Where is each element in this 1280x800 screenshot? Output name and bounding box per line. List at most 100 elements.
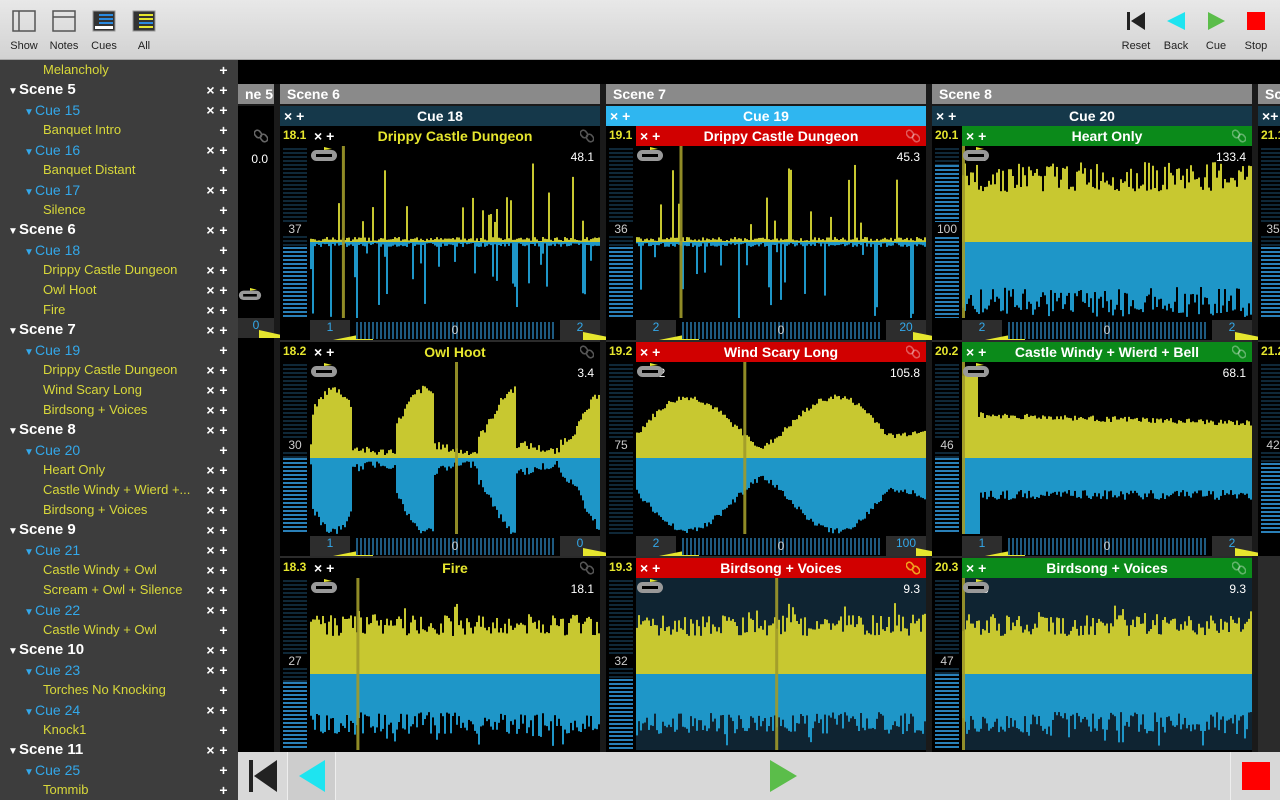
clip-cell[interactable]: 19.2 × + Wind Scary Long 7562.2105.8 2 0 100 [606,342,957,556]
outline-cue[interactable]: ▼Cue 18 + [0,240,238,260]
waveform[interactable] [962,578,1252,750]
add-button[interactable]: + [217,640,230,660]
outline-scene[interactable]: ▼Scene 8 × + [0,420,238,440]
show-button[interactable]: Show [4,8,44,52]
disclosure-triangle-icon[interactable]: ▼ [8,222,19,242]
level-meter[interactable]: 42 [1261,364,1280,534]
fade-in-control[interactable]: 1 [310,320,374,340]
outline-cue[interactable]: ▼Cue 21 × + [0,540,238,560]
fade-out-control[interactable]: 100 [886,536,957,556]
notes-button[interactable]: Notes [44,8,84,52]
clip-title-bar[interactable]: × + Wind Scary Long [636,342,926,362]
waveform-area[interactable]: -5.768.1 [962,362,1252,534]
clip-cell[interactable]: 19.3× +Birdsong + Voices328.69.3202 [606,558,926,752]
add-button[interactable]: + [217,540,230,560]
back-button[interactable]: Back [1156,8,1196,52]
outline-cue[interactable]: ▼Cue 15 × + [0,100,238,120]
remove-button[interactable]: × [204,400,217,420]
clip-cell[interactable]: 18.1 × + Drippy Castle Dungeon 375.648.1 1 0 2 [280,126,624,340]
waveform[interactable] [636,362,926,534]
waveform[interactable] [310,146,600,318]
clip-cell[interactable]: 20.2 × + Castle Windy + Wierd + Bell 46-5.7… [932,342,1276,556]
reset-transport-button[interactable] [238,752,288,800]
add-button[interactable]: + [217,260,230,280]
outline-scene[interactable]: ▼Scene 9 × + [0,520,238,540]
waveform-area[interactable]: 5.648.1 [310,146,600,318]
add-button[interactable]: + [217,220,230,240]
fade-in-control[interactable]: 2 [636,536,700,556]
remove-clip-button[interactable]: × [640,344,648,360]
level-meter[interactable]: 47 [935,580,959,750]
remove-button[interactable]: × [204,740,217,760]
remove-button[interactable]: × [204,220,217,240]
remove-clip-button[interactable]: × [640,128,648,144]
clip-cell[interactable]: 21.1 35 [1258,126,1280,340]
level-meter[interactable]: 75 [609,364,633,534]
waveform-area[interactable]: 3.418.1 [310,578,600,750]
add-clip-button[interactable]: + [1270,108,1278,124]
add-button[interactable]: + [652,560,660,576]
link-icon[interactable] [1232,345,1246,359]
scene-header[interactable]: Scene 7 [606,84,926,104]
loop-icon[interactable] [962,362,990,378]
remove-button[interactable]: × [204,300,217,320]
fade-in-control[interactable]: 2 [962,320,1026,340]
waveform[interactable] [962,362,1252,534]
outline-cue[interactable]: ▼Cue 16 × + [0,140,238,160]
cue-header[interactable]: × + Cue 19 [606,106,926,126]
waveform[interactable] [636,578,926,750]
loop-icon[interactable] [238,286,262,302]
link-icon[interactable] [906,561,920,575]
waveform[interactable] [310,578,600,750]
add-button[interactable]: + [217,720,230,740]
add-button[interactable]: + [217,60,230,80]
remove-button[interactable]: × [204,80,217,100]
cues-button[interactable]: Cues [84,8,124,52]
add-button[interactable]: + [217,200,230,220]
remove-cue-button[interactable]: × [1262,108,1270,124]
add-button[interactable]: + [217,660,230,680]
level-meter[interactable]: 36 [609,148,633,318]
add-button[interactable]: + [217,780,230,800]
add-button[interactable]: + [217,380,230,400]
outline-cue[interactable]: ▼Cue 25 + [0,760,238,780]
remove-button[interactable]: × [204,580,217,600]
remove-cue-button[interactable]: × [936,108,944,124]
add-button[interactable]: + [217,180,230,200]
outline-clip[interactable]: Owl Hoot × + [0,280,238,300]
loop-icon[interactable] [636,578,664,594]
outline-clip[interactable]: Castle Windy + Owl + [0,620,238,640]
remove-button[interactable]: × [204,560,217,580]
remove-button[interactable]: × [204,180,217,200]
outline-clip[interactable]: Castle Windy + Owl × + [0,560,238,580]
fade-out-control[interactable]: 2 [560,320,624,340]
fade-in-control[interactable]: 2 [636,320,700,340]
add-button[interactable]: + [978,560,986,576]
add-button[interactable]: + [217,580,230,600]
remove-button[interactable]: × [204,500,217,520]
outline-clip[interactable]: Tommib + [0,780,238,800]
loop-icon[interactable] [962,146,990,162]
clip-cell[interactable]: 18.3× +Fire273.418.1102 [280,558,600,752]
outline-cue[interactable]: ▼Cue 22 × + [0,600,238,620]
outline-scene[interactable]: ▼Scene 6 × + [0,220,238,240]
remove-button[interactable]: × [204,480,217,500]
loop-icon[interactable] [636,146,664,162]
fade-out-control[interactable]: 2 [1212,536,1276,556]
fade-out-control[interactable]: 0 [560,536,624,556]
scene-header[interactable]: Sc [1258,84,1280,104]
remove-button[interactable]: × [204,140,217,160]
reset-button[interactable]: Reset [1116,8,1156,52]
loop-icon[interactable] [962,578,990,594]
clip-title-bar[interactable]: × + Fire [310,558,600,578]
outline-clip[interactable]: Banquet Distant + [0,160,238,180]
remove-button[interactable]: × [204,420,217,440]
remove-cue-button[interactable]: × [284,108,292,124]
clip-cell[interactable]: 21.2 42 [1258,342,1280,556]
outline-clip[interactable]: Birdsong + Voices × + [0,500,238,520]
waveform-area[interactable]: 8.69.3 [636,578,926,750]
link-icon[interactable] [906,345,920,359]
outline-clip[interactable]: Drippy Castle Dungeon × + [0,260,238,280]
add-button[interactable]: + [217,320,230,340]
remove-clip-button[interactable]: × [640,560,648,576]
